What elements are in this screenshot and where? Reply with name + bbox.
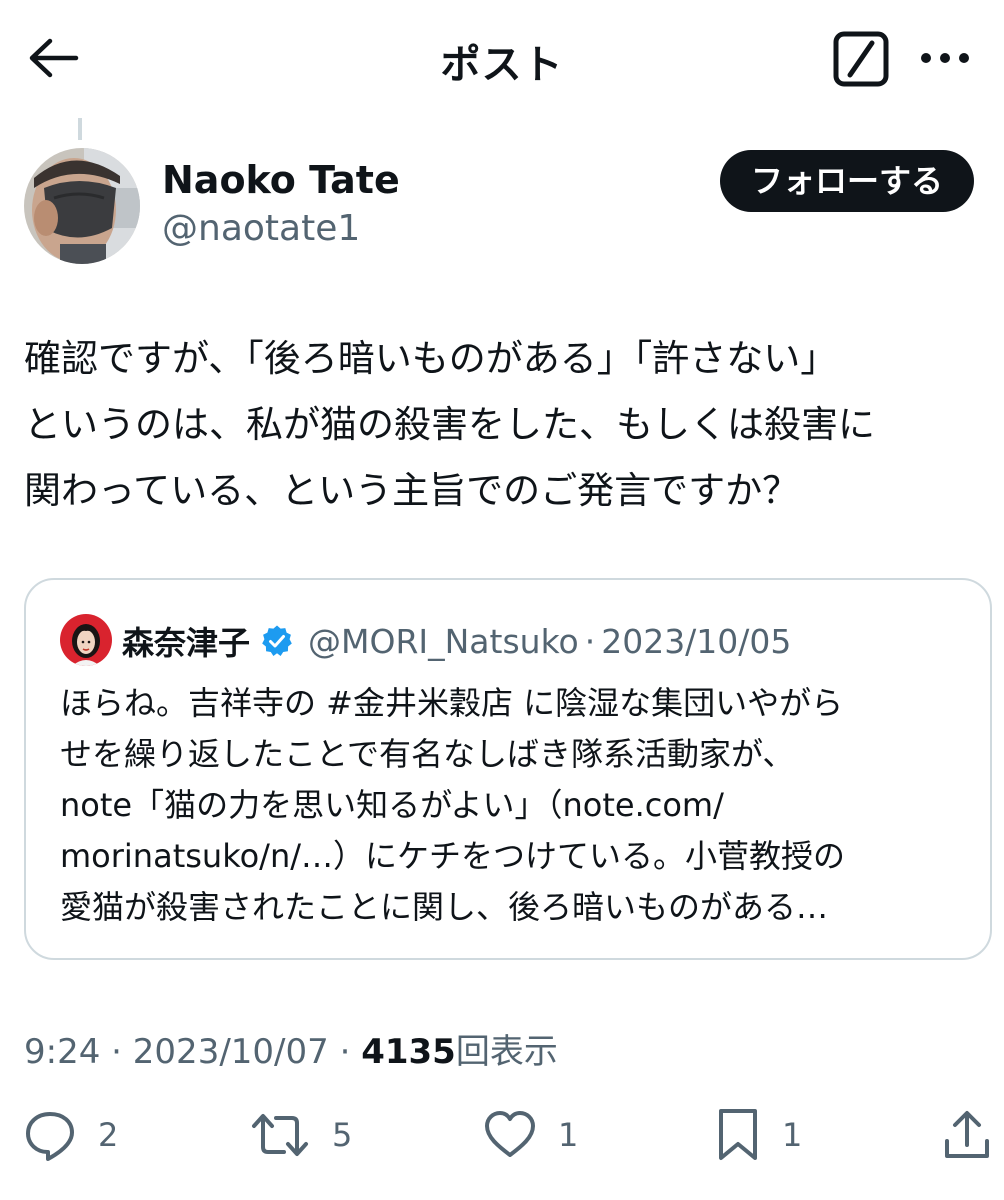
author-avatar[interactable] [24, 148, 140, 264]
retweet-button[interactable]: 5 [250, 1100, 352, 1170]
retweet-count: 5 [332, 1116, 353, 1154]
view-count-label: 回表示 [455, 1032, 558, 1072]
reply-button[interactable]: 2 [24, 1100, 118, 1170]
reply-count: 2 [98, 1116, 119, 1154]
quoted-text-line: せを繰り返したことで有名なしばき隊系活動家が、 [60, 735, 795, 773]
verified-badge-icon [260, 624, 294, 658]
separator-dot: · [584, 621, 596, 661]
quoted-tweet-card[interactable]: 森奈津子 @MORI_Natsuko · 2023/10/05 ほらね。吉祥寺の… [24, 578, 992, 960]
quoted-text-line: ほらね。吉祥寺の #金井米穀店 に陰湿な集団いやがら [60, 684, 844, 722]
tweet-text: 確認ですが、「後ろ暗いものがある」「許さない」 というのは、私が猫の殺害をした、… [24, 326, 984, 524]
tweet-text-line: というのは、私が猫の殺害をした、もしくは殺害に [24, 403, 875, 446]
bookmark-button[interactable]: 1 [716, 1100, 802, 1170]
action-bar: 2 5 1 1 [0, 1100, 1004, 1180]
quoted-text-line: note「猫の力を思い知るがよい」（note.com/ [60, 786, 724, 824]
bookmark-icon [716, 1108, 760, 1162]
more-horizontal-icon [918, 40, 974, 76]
quoted-author-handle: @MORI_Natsuko [308, 621, 579, 661]
like-button[interactable]: 1 [484, 1100, 578, 1170]
separator-dot: · [111, 1032, 122, 1072]
quoted-tweet-header: 森奈津子 @MORI_Natsuko · 2023/10/05 [122, 616, 791, 666]
reply-icon [24, 1109, 76, 1161]
share-button[interactable] [942, 1100, 992, 1170]
tweet-text-line: 確認ですが、「後ろ暗いものがある」「許さない」 [24, 337, 838, 380]
tweet-time: 9:24 [24, 1032, 101, 1072]
tweet-text-line: 関わっている、という主旨でのご発言ですか？ [24, 469, 800, 512]
grok-icon [832, 30, 890, 88]
tweet-date: 2023/10/07 [132, 1032, 329, 1072]
view-count: 4135 [361, 1032, 456, 1072]
quoted-tweet-date: 2023/10/05 [601, 621, 792, 661]
separator-dot: · [339, 1032, 351, 1072]
grok-button[interactable] [832, 30, 890, 88]
thread-connector-line [78, 118, 82, 140]
bookmark-count: 1 [782, 1116, 803, 1154]
more-button[interactable] [918, 40, 974, 76]
quoted-text-line: morinatsuko/n/…）にケチをつけている。小菅教授の [60, 837, 846, 875]
quoted-author-avatar [60, 614, 112, 666]
share-icon [942, 1109, 992, 1161]
quoted-text-line: 愛猫が殺害されたことに関し、後ろ暗いものがある… [60, 888, 829, 926]
follow-button[interactable]: フォローする [720, 150, 974, 212]
quoted-author-name: 森奈津子 [122, 624, 251, 662]
like-count: 1 [558, 1116, 579, 1154]
tweet-meta: 9:24 · 2023/10/07 · 4135回表示 [24, 1024, 558, 1073]
author-handle[interactable]: @naotate1 [162, 208, 360, 249]
quoted-tweet-text: ほらね。吉祥寺の #金井米穀店 に陰湿な集団いやがら せを繰り返したことで有名な… [60, 678, 970, 933]
author-display-name[interactable]: Naoko Tate [162, 158, 400, 202]
top-bar: ポスト [0, 0, 1004, 118]
heart-icon [484, 1109, 536, 1161]
retweet-icon [250, 1109, 310, 1161]
